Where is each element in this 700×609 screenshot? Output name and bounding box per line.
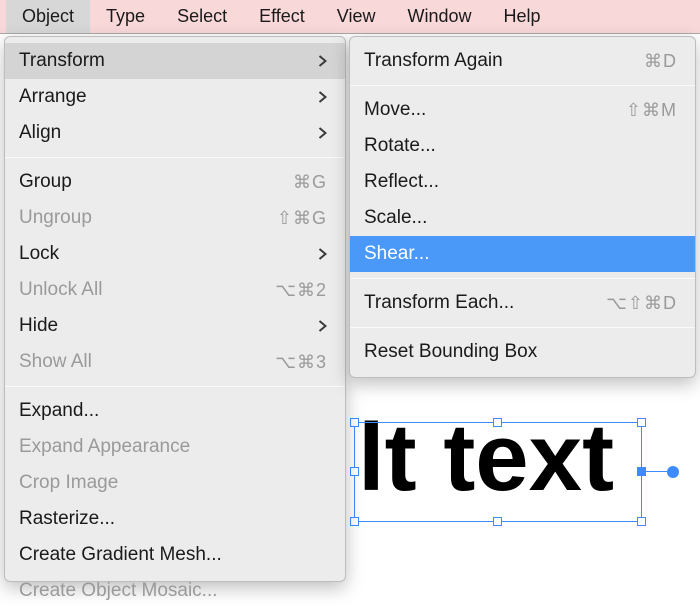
- transform-submenu-item-reset-bounding-box[interactable]: Reset Bounding Box: [350, 334, 695, 370]
- handle-bottom-middle[interactable]: [493, 517, 502, 526]
- object-menu-separator: [5, 157, 345, 158]
- object-menu-item-hide[interactable]: Hide: [5, 308, 345, 344]
- menu-item-shortcut: ⇧⌘M: [626, 100, 677, 121]
- chevron-right-icon: [317, 91, 327, 103]
- menu-item-shortcut: ⌥⌘3: [275, 352, 327, 373]
- menu-item-shortcut: ⌘D: [644, 51, 677, 72]
- menu-item-label: Show All: [19, 351, 275, 373]
- object-menu-dropdown: TransformArrangeAlignGroup⌘GUngroup⇧⌘GLo…: [4, 36, 346, 582]
- menu-item-label: Unlock All: [19, 279, 275, 301]
- transform-submenu: Transform Again⌘D Move...⇧⌘M Rotate... Refl…: [349, 36, 696, 378]
- menubar-item-window[interactable]: Window: [392, 0, 488, 33]
- menu-item-label: Expand...: [19, 400, 327, 422]
- transform-submenu-item-move[interactable]: Move...⇧⌘M: [350, 92, 695, 128]
- menu-item-label: Reset Bounding Box: [364, 341, 677, 363]
- menu-item-label: Group: [19, 171, 293, 193]
- canvas-area: lt text: [350, 380, 700, 586]
- menubar-item-select[interactable]: Select: [161, 0, 243, 33]
- handle-top-left[interactable]: [350, 418, 359, 427]
- menu-item-label: Rotate...: [364, 135, 677, 157]
- transform-submenu-item-shear[interactable]: Shear...: [350, 236, 695, 272]
- menu-item-label: Move...: [364, 99, 626, 121]
- menubar: ObjectTypeSelectEffectViewWindowHelp: [0, 0, 700, 34]
- menu-item-label: Crop Image: [19, 472, 327, 494]
- handle-middle-left[interactable]: [350, 467, 359, 476]
- transform-submenu-separator: [350, 278, 695, 279]
- object-menu-item-transform[interactable]: Transform: [5, 43, 345, 79]
- chevron-right-icon: [317, 55, 327, 67]
- object-menu-item-expand[interactable]: Expand...: [5, 393, 345, 429]
- menu-item-label: Create Gradient Mesh...: [19, 544, 327, 566]
- object-menu-item-arrange[interactable]: Arrange: [5, 79, 345, 115]
- handle-top-right[interactable]: [637, 418, 646, 427]
- menubar-item-type[interactable]: Type: [90, 0, 161, 33]
- transform-submenu-separator: [350, 327, 695, 328]
- menubar-item-view[interactable]: View: [321, 0, 392, 33]
- menu-item-label: Shear...: [364, 243, 677, 265]
- menu-item-label: Transform Again: [364, 50, 644, 72]
- object-menu-item-group[interactable]: Group⌘G: [5, 164, 345, 200]
- handle-bottom-left[interactable]: [350, 517, 359, 526]
- transform-submenu-item-transform-again[interactable]: Transform Again⌘D: [350, 43, 695, 79]
- object-menu-item-align[interactable]: Align: [5, 115, 345, 151]
- menu-item-label: Transform Each...: [364, 292, 606, 314]
- menu-item-label: Lock: [19, 243, 317, 265]
- menu-item-shortcut: ⌘G: [293, 172, 327, 193]
- menu-item-label: Ungroup: [19, 207, 277, 229]
- object-menu-item-unlock-all: Unlock All⌥⌘2: [5, 272, 345, 308]
- menu-item-label: Hide: [19, 315, 317, 337]
- object-menu-item-crop-image: Crop Image: [5, 465, 345, 501]
- chevron-right-icon: [317, 320, 327, 332]
- transform-submenu-item-transform-each[interactable]: Transform Each...⌥⇧⌘D: [350, 285, 695, 321]
- chevron-right-icon: [317, 248, 327, 260]
- anchor-point[interactable]: [667, 466, 679, 478]
- menubar-item-effect[interactable]: Effect: [243, 0, 321, 33]
- menu-item-label: Create Object Mosaic...: [19, 580, 327, 602]
- chevron-right-icon: [317, 127, 327, 139]
- object-menu-item-create-gradient-mesh[interactable]: Create Gradient Mesh...: [5, 537, 345, 573]
- menu-item-shortcut: ⌥⇧⌘D: [606, 293, 677, 314]
- transform-submenu-item-rotate[interactable]: Rotate...: [350, 128, 695, 164]
- object-menu-item-expand-appearance: Expand Appearance: [5, 429, 345, 465]
- menu-item-label: Transform: [19, 50, 317, 72]
- handle-top-middle[interactable]: [493, 418, 502, 427]
- object-menu-item-ungroup: Ungroup⇧⌘G: [5, 200, 345, 236]
- object-menu-separator: [5, 386, 345, 387]
- transform-submenu-separator: [350, 85, 695, 86]
- handle-bottom-right[interactable]: [637, 517, 646, 526]
- menu-item-label: Align: [19, 122, 317, 144]
- menu-item-label: Reflect...: [364, 171, 677, 193]
- menu-item-shortcut: ⌥⌘2: [275, 280, 327, 301]
- menu-item-label: Rasterize...: [19, 508, 327, 530]
- object-menu-item-show-all: Show All⌥⌘3: [5, 344, 345, 380]
- object-menu-item-rasterize[interactable]: Rasterize...: [5, 501, 345, 537]
- transform-submenu-item-scale[interactable]: Scale...: [350, 200, 695, 236]
- menubar-item-help[interactable]: Help: [488, 0, 557, 33]
- transform-submenu-item-reflect[interactable]: Reflect...: [350, 164, 695, 200]
- menu-item-shortcut: ⇧⌘G: [277, 208, 327, 229]
- object-menu-item-create-object-mosaic: Create Object Mosaic...: [5, 573, 345, 609]
- menu-item-label: Expand Appearance: [19, 436, 327, 458]
- menu-item-label: Arrange: [19, 86, 317, 108]
- menubar-item-object[interactable]: Object: [6, 0, 90, 33]
- selection-bounding-box[interactable]: [354, 422, 642, 522]
- object-menu-item-lock[interactable]: Lock: [5, 236, 345, 272]
- menu-item-label: Scale...: [364, 207, 677, 229]
